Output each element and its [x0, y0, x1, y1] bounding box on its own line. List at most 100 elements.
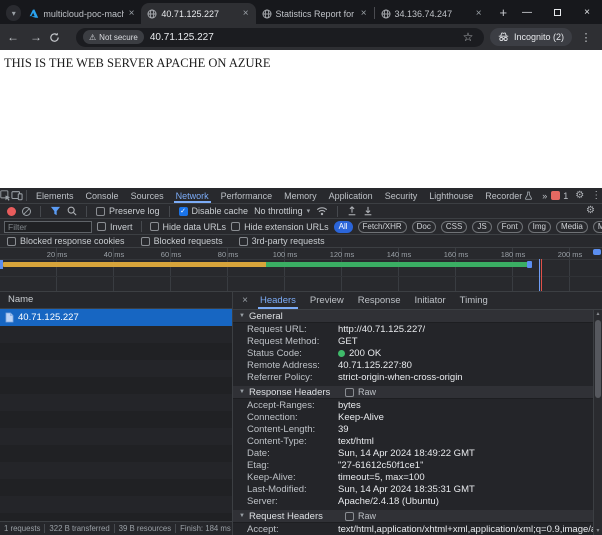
warning-icon: ⚠: [89, 33, 96, 42]
scrollbar-thumb[interactable]: [595, 320, 601, 398]
disable-cache-checkbox[interactable]: ✓ Disable cache: [179, 206, 249, 216]
details-tab-initiator[interactable]: Initiator: [408, 292, 453, 309]
filter-type-img[interactable]: Img: [528, 221, 551, 233]
blocked-requests-label: Blocked requests: [154, 236, 223, 246]
filter-input[interactable]: [4, 221, 92, 233]
error-badge[interactable]: 1: [551, 191, 568, 201]
details-tab-headers[interactable]: Headers: [253, 292, 303, 309]
header-row: Last-Modified:Sun, 14 Apr 2024 18:35:31 …: [233, 483, 593, 495]
general-section-header[interactable]: ▼ General: [233, 310, 593, 323]
hide-extension-urls-checkbox[interactable]: Hide extension URLs: [231, 222, 329, 232]
filter-type-font[interactable]: Font: [497, 221, 523, 233]
globe-icon: [380, 8, 392, 20]
error-icon: [551, 191, 560, 200]
filter-type-all[interactable]: All: [334, 221, 353, 233]
export-har-icon[interactable]: [363, 206, 373, 216]
status-ok-dot: [338, 350, 345, 357]
browser-tab-active[interactable]: 40.71.125.227 ×: [141, 3, 255, 24]
import-har-icon[interactable]: [347, 206, 357, 216]
checkbox-unchecked: [345, 388, 354, 397]
filter-type-fetch-xhr[interactable]: Fetch/XHR: [358, 221, 407, 233]
details-scrollbar[interactable]: ▲ ▼: [593, 310, 602, 535]
filter-type-manifest[interactable]: Manifest: [593, 221, 602, 233]
inspect-element-button[interactable]: [0, 189, 11, 203]
window-minimize-button[interactable]: —: [512, 0, 542, 24]
record-network-log-button[interactable]: [7, 207, 16, 216]
network-overview-timeline[interactable]: 20 ms 40 ms 60 ms 80 ms 100 ms 120 ms 14…: [0, 248, 602, 292]
search-icon[interactable]: [67, 206, 77, 216]
devtools-tab-sources[interactable]: Sources: [125, 188, 170, 203]
filter-type-media[interactable]: Media: [556, 221, 588, 233]
preserve-log-checkbox[interactable]: Preserve log: [96, 206, 160, 216]
tab-close-icon[interactable]: ×: [359, 9, 369, 19]
dom-content-loaded-line: [539, 259, 540, 291]
tab-close-icon[interactable]: ×: [241, 9, 251, 19]
request-row-selected[interactable]: 40.71.125.227: [0, 309, 232, 326]
devtools-tab-performance[interactable]: Performance: [215, 188, 279, 203]
devtools-settings-icon[interactable]: ⚙: [575, 191, 584, 201]
timeline-divider: [0, 259, 602, 260]
blocked-response-cookies-checkbox[interactable]: Blocked response cookies: [7, 236, 125, 246]
third-party-requests-checkbox[interactable]: 3rd-party requests: [239, 236, 325, 246]
clear-network-log-icon[interactable]: [22, 207, 31, 216]
tab-search-button[interactable]: ▾: [6, 5, 21, 21]
header-value: Keep-Alive: [338, 412, 384, 423]
network-settings-icon[interactable]: ⚙: [586, 206, 595, 216]
not-secure-badge[interactable]: ⚠ Not secure: [83, 30, 144, 44]
devtools-tab-recorder[interactable]: Recorder: [479, 188, 538, 203]
close-details-icon[interactable]: ×: [237, 295, 253, 306]
details-tab-timing[interactable]: Timing: [453, 292, 495, 309]
blocked-requests-checkbox[interactable]: Blocked requests: [141, 236, 223, 246]
device-toolbar-button[interactable]: [11, 189, 23, 203]
window-maximize-button[interactable]: [542, 0, 572, 24]
details-tab-response[interactable]: Response: [351, 292, 408, 309]
more-tabs-button[interactable]: »: [538, 191, 551, 201]
incognito-badge[interactable]: Incognito (2): [490, 28, 572, 46]
tab-close-icon[interactable]: ×: [474, 9, 484, 19]
bookmark-star-icon[interactable]: ☆: [459, 30, 477, 44]
filter-type-doc[interactable]: Doc: [412, 221, 436, 233]
header-value: Sun, 14 Apr 2024 18:35:31 GMT: [338, 484, 475, 495]
azure-icon: [28, 8, 40, 20]
devtools-tab-lighthouse[interactable]: Lighthouse: [423, 188, 479, 203]
omnibox[interactable]: ⚠ Not secure 40.71.125.227 ☆: [76, 28, 484, 47]
request-details-panel: × Headers Preview Response Initiator Tim…: [233, 292, 602, 535]
network-conditions-icon[interactable]: [316, 206, 328, 216]
forward-button[interactable]: →: [26, 30, 46, 44]
browser-tab-statistics[interactable]: Statistics Report for HAP ×: [256, 3, 374, 24]
timeline-tick: 40 ms: [94, 250, 134, 259]
browser-tab-ip2[interactable]: 34.136.74.247 ×: [375, 3, 489, 24]
scrollbar-up-icon[interactable]: ▲: [594, 310, 602, 318]
scrollbar-down-icon[interactable]: ▼: [594, 527, 602, 535]
hide-data-urls-checkbox[interactable]: Hide data URLs: [150, 222, 227, 232]
invert-checkbox[interactable]: Invert: [97, 222, 133, 232]
reload-button[interactable]: [49, 32, 69, 43]
devtools-tab-application[interactable]: Application: [323, 188, 379, 203]
details-tab-preview[interactable]: Preview: [303, 292, 351, 309]
filter-type-js[interactable]: JS: [472, 221, 491, 233]
response-headers-section-header[interactable]: ▼ Response Headers Raw: [233, 386, 593, 399]
devtools-tab-network[interactable]: Network: [170, 188, 215, 203]
url-text[interactable]: 40.71.125.227: [150, 32, 214, 43]
window-close-button[interactable]: ×: [572, 0, 602, 24]
raw-toggle[interactable]: Raw: [345, 511, 376, 521]
tab-close-icon[interactable]: ×: [127, 9, 137, 19]
chevron-down-icon: ▾: [12, 9, 16, 18]
devtools-tab-security[interactable]: Security: [379, 188, 424, 203]
filter-type-css[interactable]: CSS: [441, 221, 467, 233]
browser-tab-multicloud[interactable]: multicloud-poc-machine ×: [23, 3, 141, 24]
request-headers-section-header[interactable]: ▼ Request Headers Raw: [233, 510, 593, 523]
devtools-tab-memory[interactable]: Memory: [278, 188, 323, 203]
device-toolbar-icon: [11, 190, 23, 201]
throttling-dropdown[interactable]: No throttling ▾: [254, 206, 310, 216]
devtools-menu-icon[interactable]: ⋮: [591, 191, 601, 201]
devtools-tab-elements[interactable]: Elements: [30, 188, 80, 203]
checkbox-unchecked: [150, 222, 159, 231]
browser-menu-icon[interactable]: ⋮: [578, 31, 594, 44]
filter-funnel-icon[interactable]: [50, 206, 61, 216]
name-column-header[interactable]: Name: [0, 292, 232, 309]
raw-toggle[interactable]: Raw: [345, 387, 376, 397]
back-button[interactable]: ←: [3, 30, 23, 44]
new-tab-button[interactable]: +: [495, 3, 512, 21]
devtools-tab-console[interactable]: Console: [80, 188, 125, 203]
